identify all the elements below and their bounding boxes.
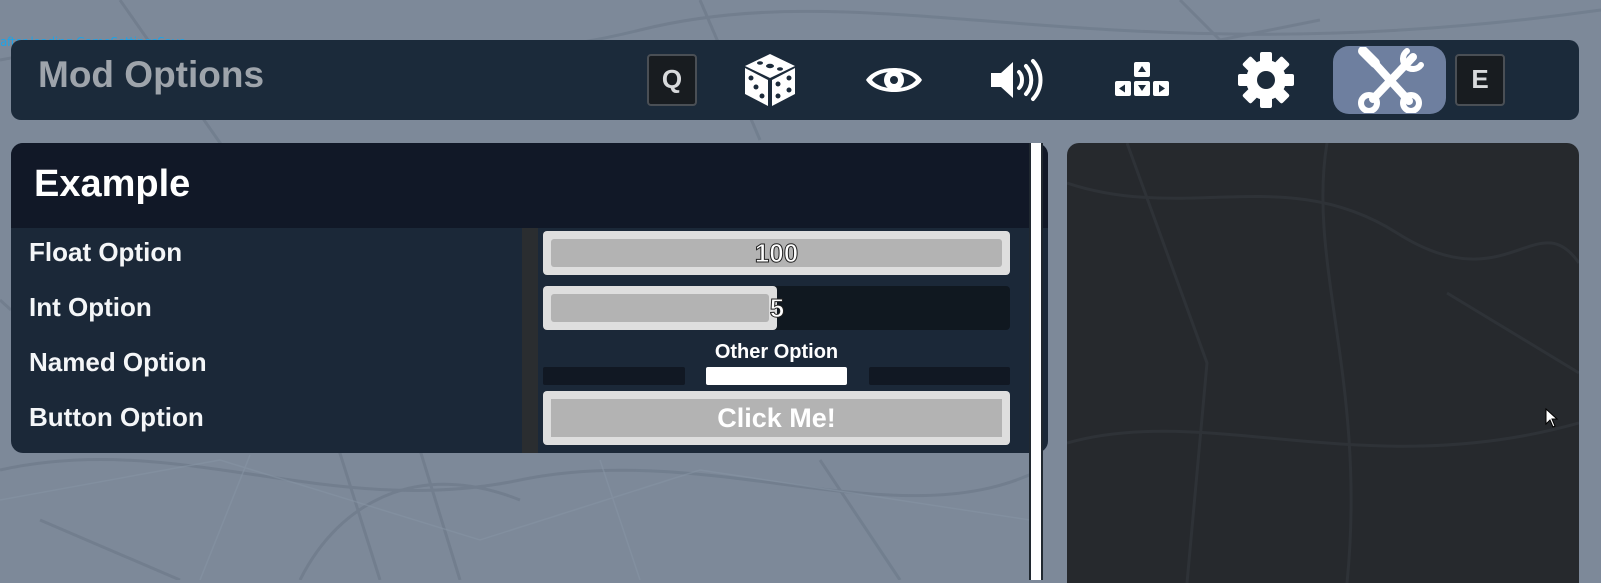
int-option-slider[interactable]: 5 [543, 286, 1010, 330]
slider-value: 5 [769, 293, 785, 324]
slider-fill [543, 286, 777, 330]
top-bar: Mod Options Q E [11, 40, 1579, 120]
next-tab-key-hint[interactable]: E [1455, 54, 1505, 106]
scrollbar[interactable] [1029, 143, 1043, 580]
prev-tab-key-hint[interactable]: Q [647, 54, 697, 106]
tab-visibility[interactable] [837, 46, 950, 114]
gear-icon [1237, 52, 1294, 108]
eye-icon [865, 68, 922, 92]
tab-audio[interactable] [961, 46, 1074, 114]
click-me-button[interactable]: Click Me! [543, 391, 1010, 445]
keyboard-icon [1114, 62, 1169, 96]
speaker-icon [990, 59, 1042, 101]
tab-settings[interactable] [1209, 46, 1322, 114]
section-title: Example [34, 163, 191, 205]
button-option-label: Button Option [29, 402, 204, 432]
int-option-label: Int Option [29, 292, 152, 322]
float-option-slider[interactable]: 100 [543, 231, 1010, 275]
named-option-segment[interactable] [543, 367, 685, 385]
column-divider [522, 228, 538, 453]
named-option-label: Named Option [29, 347, 207, 377]
tab-mod-options[interactable] [1333, 46, 1446, 114]
section-header: Example [11, 143, 1048, 228]
named-option-segment[interactable] [869, 367, 1010, 385]
dice-icon [744, 54, 795, 106]
named-option-current-value: Other Option [714, 341, 839, 363]
tab-controls[interactable] [1085, 46, 1198, 114]
tools-icon [1357, 47, 1424, 113]
named-option-segment-selected[interactable] [706, 367, 847, 385]
float-option-label: Float Option [29, 237, 183, 267]
slider-value: 100 [754, 238, 799, 269]
tab-dice[interactable] [713, 46, 826, 114]
panel-background-texture [1067, 143, 1579, 583]
page-title: Mod Options [38, 54, 265, 95]
description-panel [1067, 143, 1579, 583]
mouse-cursor-icon [1545, 408, 1559, 428]
click-me-button-label: Click Me! [551, 399, 1002, 437]
